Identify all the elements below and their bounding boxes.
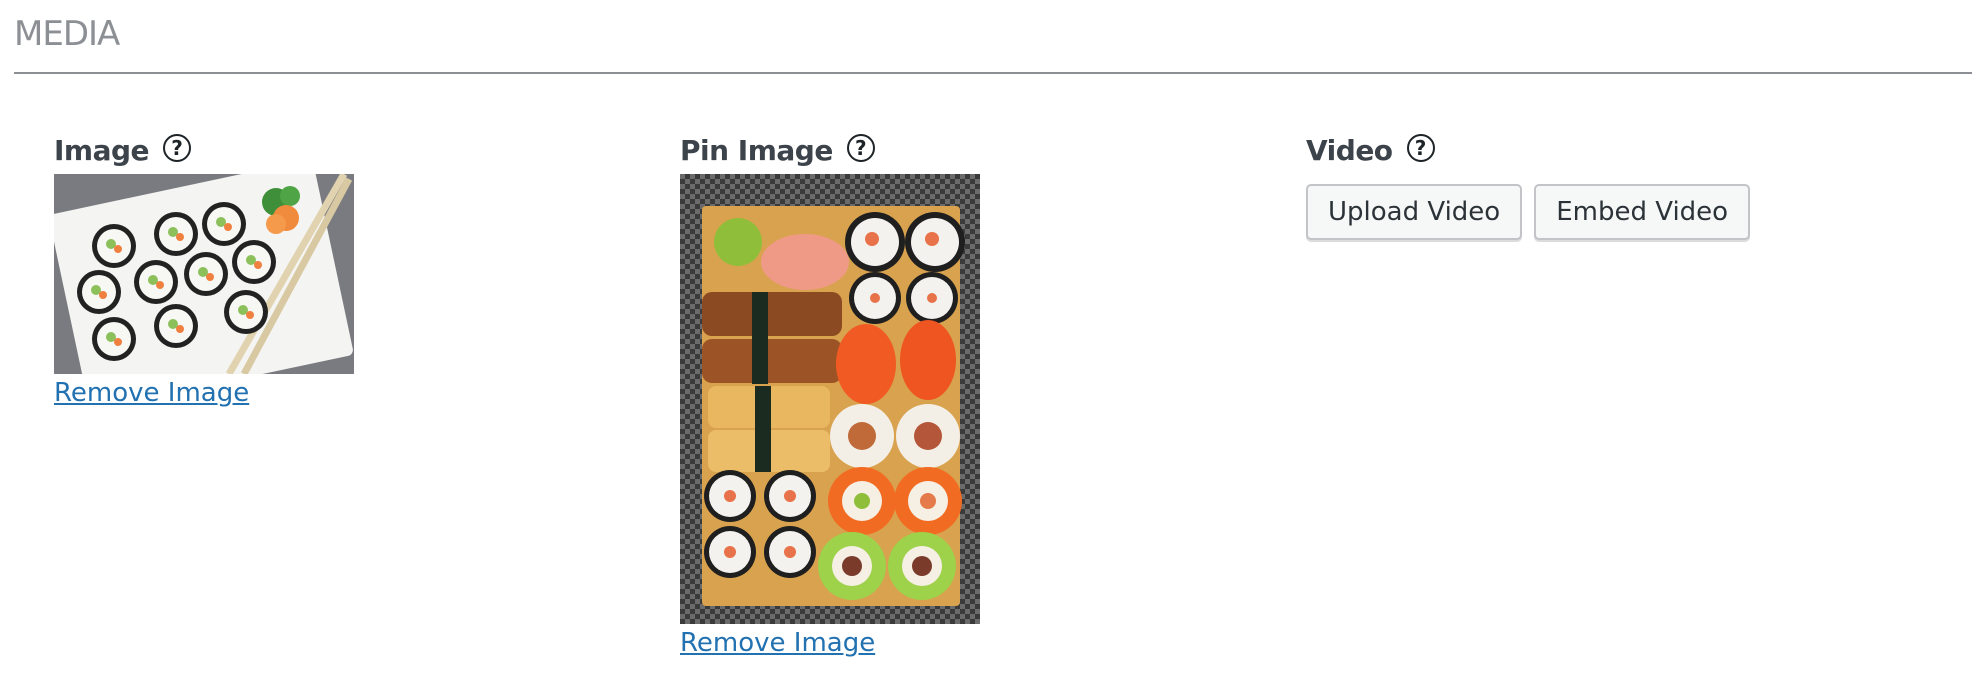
pin-image-label: Pin Image bbox=[680, 133, 833, 167]
embed-video-button[interactable]: Embed Video bbox=[1534, 184, 1751, 240]
video-button-row: Upload Video Embed Video bbox=[1306, 184, 1751, 240]
pin-image-label-row: Pin Image ? bbox=[680, 130, 980, 170]
image-label: Image bbox=[54, 133, 150, 167]
section-divider bbox=[14, 72, 1972, 74]
sushi-plate-image bbox=[54, 174, 354, 374]
remove-image-link[interactable]: Remove Image bbox=[54, 378, 249, 408]
image-field: Image ? Remove Image bbox=[54, 130, 354, 408]
pin-image-thumbnail[interactable] bbox=[680, 174, 980, 624]
image-thumbnail[interactable] bbox=[54, 174, 354, 374]
sushi-platter-image bbox=[680, 174, 980, 624]
help-icon[interactable]: ? bbox=[846, 134, 875, 162]
section-title: MEDIA bbox=[14, 14, 120, 54]
remove-pin-image-link[interactable]: Remove Image bbox=[680, 628, 875, 658]
video-label-row: Video ? bbox=[1306, 130, 1750, 170]
image-label-row: Image ? bbox=[54, 130, 354, 170]
video-label: Video bbox=[1306, 133, 1393, 167]
pin-image-field: Pin Image ? Remove Image bbox=[680, 130, 980, 658]
help-icon[interactable]: ? bbox=[163, 134, 192, 162]
upload-video-button[interactable]: Upload Video bbox=[1306, 184, 1523, 240]
help-icon[interactable]: ? bbox=[1406, 134, 1435, 162]
video-field: Video ? Upload Video Embed Video bbox=[1306, 130, 1751, 240]
